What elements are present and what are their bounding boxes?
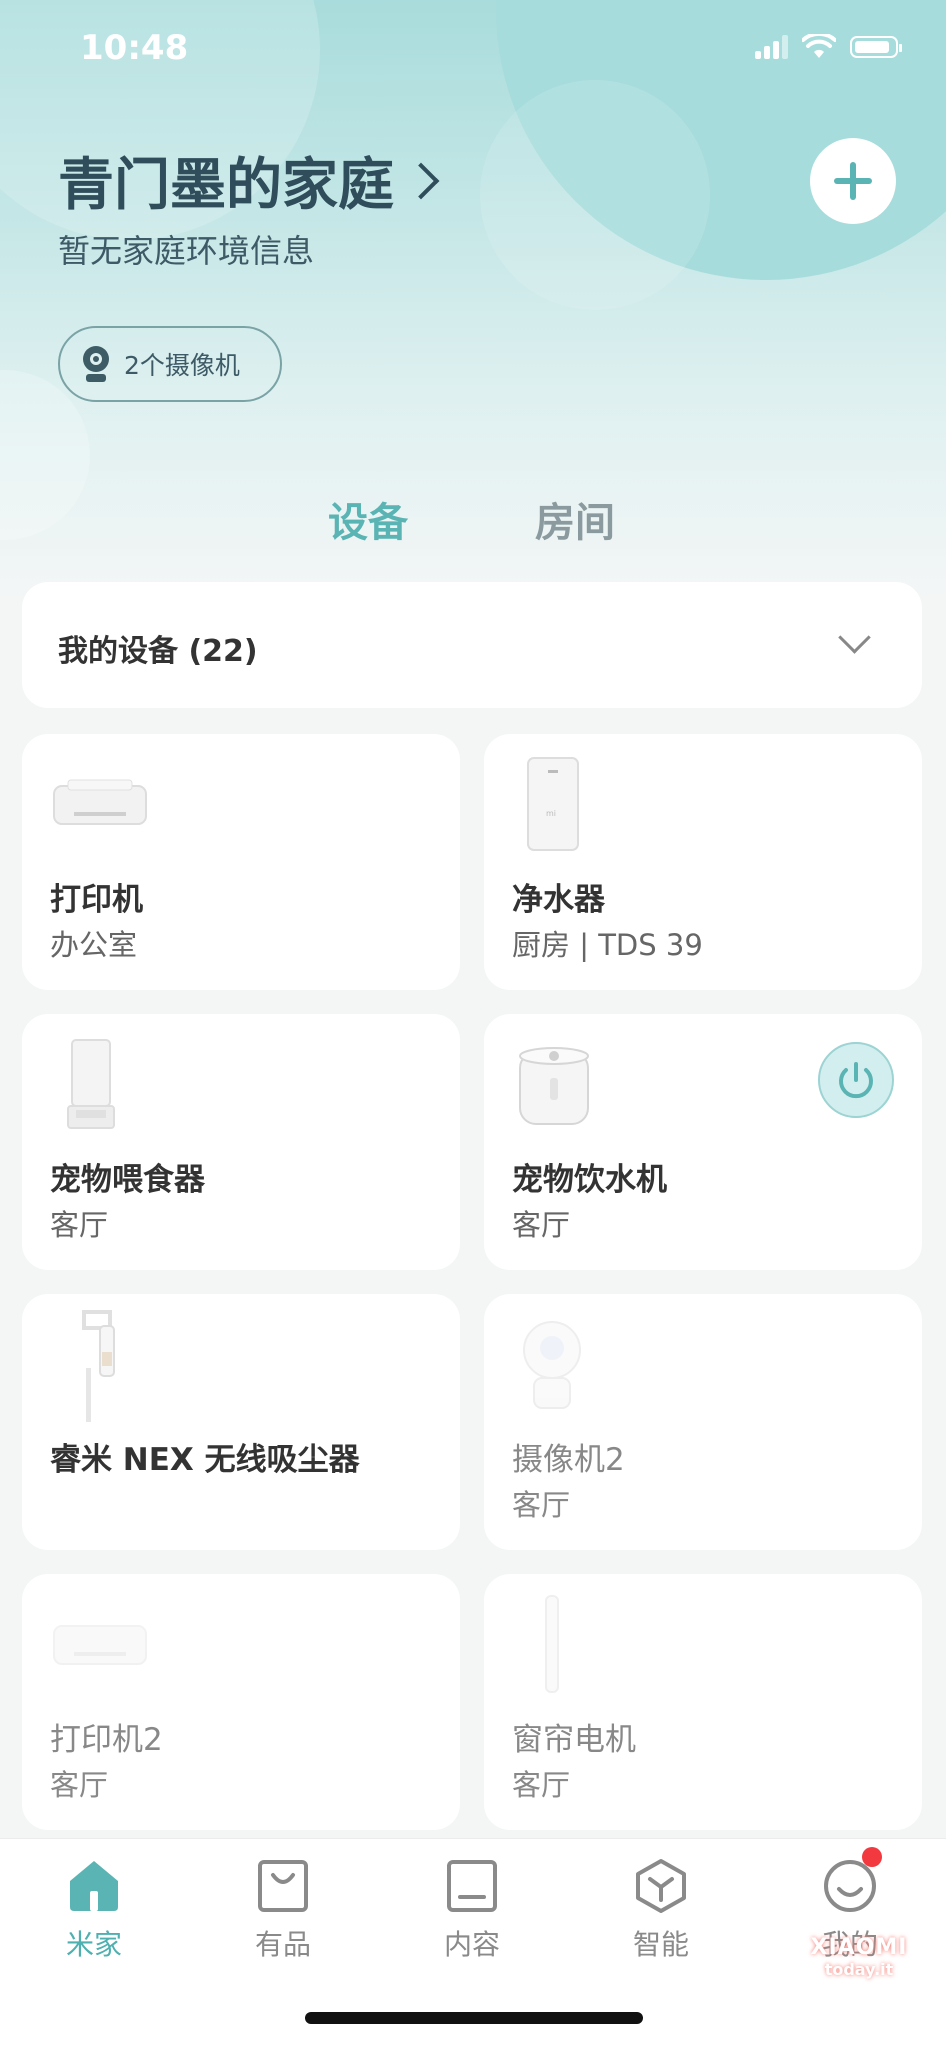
device-card[interactable]: 窗帘电机 客厅 (484, 1574, 922, 1830)
home-selector[interactable]: 青门墨的家庭 (58, 140, 440, 221)
device-card[interactable]: 宠物喂食器 客厅 (22, 1014, 460, 1270)
device-name: 睿米 NEX 无线吸尘器 (50, 1442, 360, 1478)
device-card[interactable]: 睿米 NEX 无线吸尘器 (22, 1294, 460, 1550)
cube-icon (636, 1859, 686, 1913)
device-name: 打印机 (50, 882, 143, 918)
power-toggle-button[interactable] (818, 1042, 894, 1118)
device-room: 客厅 (512, 1768, 571, 1802)
tab-label: 智能 (632, 1928, 689, 1961)
vacuum-icon (82, 1310, 115, 1422)
device-card[interactable]: 打印机 办公室 (22, 734, 460, 990)
device-filter-label: 我的设备 (22) (58, 634, 258, 669)
add-device-button[interactable] (810, 138, 896, 224)
printer-icon (53, 1625, 147, 1665)
device-room: 办公室 (50, 928, 138, 962)
device-room: 客厅 (512, 1208, 571, 1242)
device-name: 净水器 (512, 882, 605, 918)
device-room: 厨房 | TDS 39 (512, 928, 703, 962)
battery-icon (850, 36, 902, 58)
notification-badge (862, 1847, 882, 1867)
device-card[interactable]: mi 净水器 厨房 | TDS 39 (484, 734, 922, 990)
device-name: 窗帘电机 (512, 1722, 636, 1758)
power-icon (839, 1062, 873, 1099)
home-indicator (305, 2012, 643, 2024)
device-card[interactable]: 打印机2 客厅 (22, 1574, 460, 1830)
status-icons (755, 34, 902, 60)
curtain-motor-icon (545, 1595, 559, 1693)
status-time: 10:48 (80, 28, 189, 68)
wifi-icon (802, 34, 836, 58)
device-filter-dropdown[interactable]: 我的设备 (22) (22, 582, 922, 708)
chevron-right-icon (402, 162, 440, 199)
water-purifier-icon: mi (527, 757, 579, 851)
device-card[interactable]: 摄像机2 客厅 (484, 1294, 922, 1550)
tab-content[interactable]: 内容 (412, 1857, 532, 1963)
chevron-down-icon (838, 621, 871, 654)
header-background (0, 0, 946, 600)
tab-label: 内容 (443, 1928, 500, 1961)
home-icon (70, 1861, 118, 1911)
cameras-pill-button[interactable]: 2个摄像机 (58, 326, 282, 402)
watermark-brand: XIAOMI (810, 1935, 908, 1960)
device-name: 宠物饮水机 (512, 1162, 667, 1198)
home-environment-info: 暂无家庭环境信息 (58, 232, 315, 270)
content-icon (447, 1860, 497, 1912)
watermark-site: today.it (824, 1960, 894, 1979)
camera-icon (83, 346, 109, 382)
decor-bubble (480, 80, 710, 310)
home-name: 青门墨的家庭 (58, 153, 394, 218)
device-room: 客厅 (512, 1488, 571, 1522)
tab-rooms[interactable]: 房间 (535, 490, 615, 548)
tab-devices[interactable]: 设备 (328, 490, 408, 548)
tab-label: 米家 (65, 1928, 122, 1961)
shopping-bag-icon (258, 1860, 308, 1912)
camera-icon (523, 1321, 581, 1409)
device-room: 客厅 (50, 1768, 109, 1802)
signal-icon (755, 35, 788, 59)
watermark: XIAOMI today.it (784, 1935, 934, 1979)
printer-icon (53, 779, 147, 825)
pet-feeder-icon (67, 1039, 115, 1129)
tab-label: 有品 (254, 1928, 311, 1961)
svg-text:mi: mi (546, 809, 556, 818)
device-name: 宠物喂食器 (50, 1162, 205, 1198)
tab-mijia[interactable]: 米家 (34, 1857, 154, 1963)
tab-smart[interactable]: 智能 (601, 1857, 721, 1963)
device-name: 摄像机2 (512, 1442, 625, 1478)
tab-youpin[interactable]: 有品 (223, 1857, 343, 1963)
cameras-count-label: 2个摄像机 (124, 351, 240, 380)
device-card[interactable]: 宠物饮水机 客厅 (484, 1014, 922, 1270)
device-room: 客厅 (50, 1208, 109, 1242)
pet-fountain-icon (519, 1047, 589, 1125)
device-name: 打印机2 (50, 1722, 163, 1758)
